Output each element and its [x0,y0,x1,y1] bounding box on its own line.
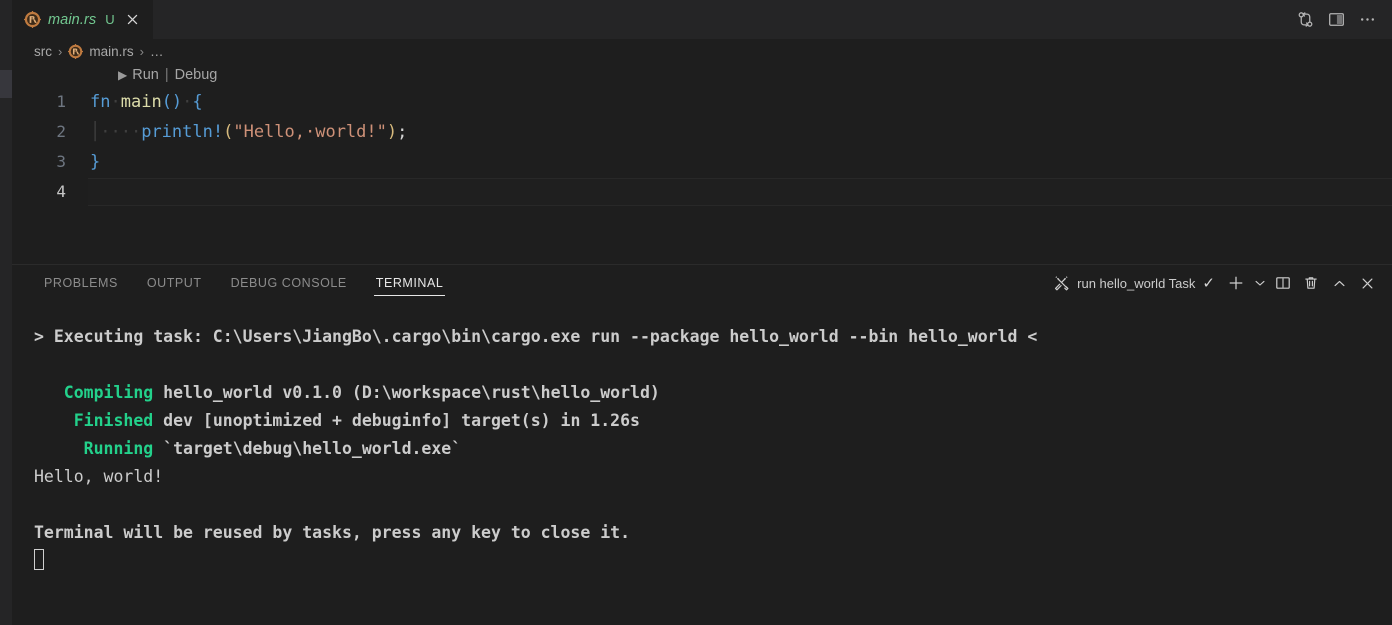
code-line[interactable]: 1 fn·main()·{ [12,87,1392,117]
chevron-down-icon[interactable] [1251,270,1268,296]
panel-header: PROBLEMS OUTPUT DEBUG CONSOLE TERMINAL r… [12,265,1392,301]
terminal-text-segment: dev [unoptimized + debuginfo] target(s) … [153,411,640,430]
breadcrumb-separator: › [139,43,144,59]
terminal-instance-label: run hello_world Task [1077,275,1196,291]
code-token: │ [90,122,101,142]
vscode-workbench: main.rs U src › main.rs › … ▶ Run | Debu… [0,0,1392,625]
terminal-cursor [34,547,1392,575]
code-token: ( [223,122,234,142]
code-token: () [161,92,183,112]
terminal-text-segment: Running [34,439,154,458]
terminal-output-line: Terminal will be reused by tasks, press … [34,519,1392,547]
code-line[interactable]: 3} [12,147,1392,177]
editor-tab-git-badge: U [105,12,115,27]
panel-tab-list: PROBLEMS OUTPUT DEBUG CONSOLE TERMINAL [34,265,462,301]
code-token: ; [397,122,408,142]
line-number: 2 [56,122,66,141]
breadcrumb-label: src [34,43,52,59]
tools-wrench-icon [1053,275,1070,292]
code-line-text: } [88,147,1392,177]
breadcrumb-item-src[interactable]: src [34,44,52,59]
trash-icon[interactable] [1298,270,1324,296]
code-lines[interactable]: 1 fn·main()·{2 │····println!("Hello,·world… [12,87,1392,207]
close-icon[interactable] [1354,270,1380,296]
panel-tab-terminal[interactable]: TERMINAL [366,265,454,301]
code-line-text: fn·main()·{ [88,87,1392,117]
panel-tab-output[interactable]: OUTPUT [137,265,212,301]
code-token: · [110,92,121,112]
terminal-text-segment: Finished [34,411,154,430]
breadcrumb-item-symbol[interactable]: … [150,44,164,59]
codelens-run-debug: ▶ Run | Debug [12,63,1392,87]
split-editor-icon[interactable] [1325,9,1347,31]
editor-toolbar-actions [1294,0,1392,39]
play-icon: ▶ [118,68,128,82]
code-token: fn [90,92,111,112]
chevron-up-icon[interactable] [1326,270,1352,296]
activity-bar-edge [0,0,12,625]
codelens-run-link[interactable]: Run [132,67,159,83]
close-icon[interactable] [124,11,142,29]
split-terminal-icon[interactable] [1270,270,1296,296]
panel-tab-problems[interactable]: PROBLEMS [34,265,128,301]
editor-tab-label: main.rs [48,11,97,28]
code-token: ···· [100,122,142,142]
code-token: main [120,92,162,112]
terminal-status-check-icon: ✓ [1202,275,1215,292]
terminal-output-line: Running `target\debug\hello_world.exe` [34,435,1392,463]
code-token: } [90,152,101,172]
more-actions-icon[interactable] [1356,9,1378,31]
code-line-text [88,178,1392,206]
terminal-output-line: Hello, world! [34,463,1392,491]
rust-file-icon [68,43,84,59]
terminal-instance-selector[interactable]: run hello_world Task ✓ [1047,274,1221,292]
code-token: { [192,92,203,112]
terminal-text-segment: Hello, world! [34,467,164,486]
terminal-output-line: Compiling hello_world v0.1.0 (D:\workspa… [34,379,1392,407]
panel-tab-debug-console[interactable]: DEBUG CONSOLE [221,265,357,301]
terminal-text-segment: `target\debug\hello_world.exe` [153,439,462,458]
source-control-compare-icon[interactable] [1294,9,1316,31]
code-line[interactable]: 2 │····println!("Hello,·world!"); [12,117,1392,147]
terminal-text-segment: Compiling [34,383,154,402]
breadcrumb-separator: › [58,43,63,59]
code-line[interactable]: 4 [12,177,1392,207]
code-token: · [182,92,193,112]
codelens-separator: | [164,67,169,83]
editor-tab-bar: main.rs U [12,0,1392,39]
terminal-output-line: Finished dev [unoptimized + debuginfo] t… [34,407,1392,435]
terminal-text-segment: hello_world v0.1.0 (D:\workspace\rust\he… [153,383,660,402]
terminal-output[interactable]: > Executing task: C:\Users\JiangBo\.carg… [12,301,1392,625]
code-token: ) [386,122,398,142]
code-token: println! [141,122,224,142]
terminal-text-segment: Terminal will be reused by tasks, press … [34,523,631,542]
code-line-text: │····println!("Hello,·world!"); [88,117,1392,147]
rust-file-icon [24,11,41,28]
panel-actions: run hello_world Task ✓ [1047,265,1392,301]
breadcrumb-label: main.rs [89,43,134,59]
terminal-command-line: > Executing task: C:\Users\JiangBo\.carg… [34,323,1392,351]
line-number: 1 [56,92,66,111]
code-editor[interactable]: ▶ Run | Debug 1 fn·main()·{2 │····println!… [12,63,1392,264]
line-number: 3 [56,152,66,171]
editor-and-panel-column: main.rs U src › main.rs › … ▶ Run | Debu… [12,0,1392,625]
code-token: "Hello,·world!" [233,122,387,142]
bottom-panel: PROBLEMS OUTPUT DEBUG CONSOLE TERMINAL r… [12,264,1392,625]
breadcrumb-label: … [149,43,164,59]
new-terminal-plus-icon[interactable] [1223,270,1249,296]
editor-tab-main-rs[interactable]: main.rs U [12,0,153,39]
line-number: 4 [56,182,66,201]
terminal-text-segment: > Executing task: C:\Users\JiangBo\.carg… [34,327,1038,346]
breadcrumb-item-main-rs[interactable]: main.rs [68,43,134,59]
terminal-cursor-block [34,549,44,570]
codelens-debug-link[interactable]: Debug [175,67,218,83]
breadcrumb: src › main.rs › … [12,39,1392,63]
activity-bar-active-marker[interactable] [0,70,12,98]
